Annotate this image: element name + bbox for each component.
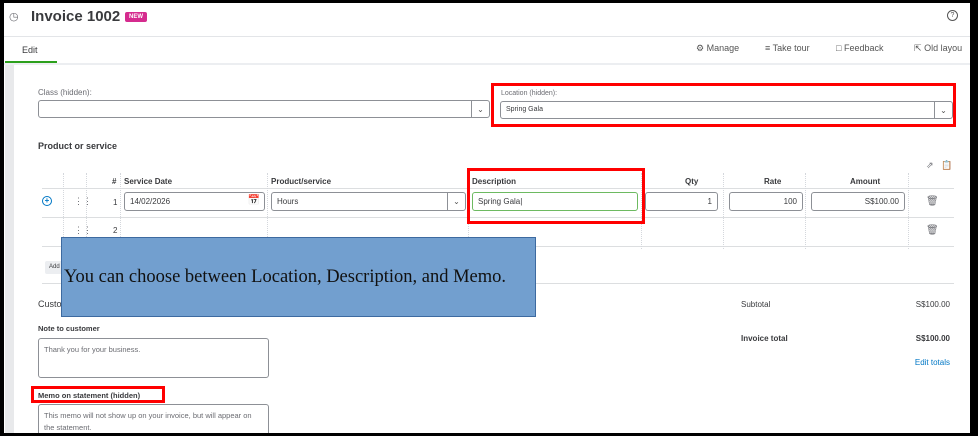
amount-input[interactable]: S$100.00 <box>811 192 905 211</box>
page-title: Invoice 1002 <box>31 8 121 25</box>
class-select[interactable]: ⌄ <box>38 100 490 118</box>
trash-icon[interactable]: 🗑 <box>926 225 939 236</box>
note-label: Note to customer <box>38 324 100 333</box>
class-label: Class (hidden): <box>38 88 92 97</box>
new-badge: NEW <box>125 12 147 22</box>
calendar-icon[interactable]: 📅 <box>248 195 260 206</box>
add-line-icon[interactable]: + <box>42 196 52 206</box>
location-label: Location (hidden): <box>501 90 558 97</box>
left-rail <box>5 65 14 433</box>
feedback-icon: □ <box>836 43 842 53</box>
memo-textarea[interactable]: This memo will not show up on your invoi… <box>38 404 269 433</box>
col-amount: Amount <box>850 177 881 186</box>
invoice-total-label: Invoice total <box>741 334 788 343</box>
col-num: # <box>112 177 117 186</box>
invoice-page: ◷ Invoice 1002 NEW ? Edit ⚙ Manage ≡ Tak… <box>4 3 970 433</box>
rate-input[interactable]: 100 <box>729 192 803 211</box>
product-select[interactable]: Hours ⌄ <box>271 192 466 211</box>
old-layout-icon: ⇱ <box>914 43 922 53</box>
gear-icon: ⚙ <box>696 43 705 53</box>
feedback-button[interactable]: □ Feedback <box>836 43 883 53</box>
chevron-down-icon: ⌄ <box>934 102 952 118</box>
old-layout-button[interactable]: ⇱ Old layou <box>914 43 962 54</box>
qty-input[interactable]: 1 <box>645 192 718 211</box>
description-highlight <box>467 168 645 224</box>
note-textarea[interactable]: Thank you for your business. <box>38 338 269 378</box>
chevron-down-icon: ⌄ <box>447 193 465 210</box>
location-select[interactable]: Spring Gala ⌄ <box>500 101 953 119</box>
chevron-down-icon: ⌄ <box>471 101 489 117</box>
customer-section-title: Custo <box>38 299 62 309</box>
col-product: Product/service <box>271 177 332 186</box>
history-icon[interactable]: ◷ <box>9 10 19 23</box>
subtotal-label: Subtotal <box>741 300 771 309</box>
take-tour-button[interactable]: ≡ Take tour <box>765 43 810 53</box>
tab-edit[interactable]: Edit <box>5 37 57 63</box>
col-qty: Qty <box>685 177 699 186</box>
export-icon[interactable]: ⇗ <box>926 160 934 171</box>
tour-icon: ≡ <box>765 43 771 53</box>
trash-icon[interactable]: 🗑 <box>926 196 939 207</box>
service-date-input[interactable]: 14/02/2026 📅 <box>124 192 265 211</box>
section-title-products: Product or service <box>38 141 118 151</box>
help-icon[interactable]: ? <box>947 10 958 21</box>
clipboard-icon[interactable]: 📋 <box>941 160 952 171</box>
col-rate: Rate <box>764 177 782 186</box>
manage-button[interactable]: ⚙ Manage <box>696 43 739 54</box>
drag-handle-icon[interactable]: ⋮⋮ <box>74 225 92 236</box>
annotation-callout: You can choose between Location, Descrip… <box>61 237 536 317</box>
col-service-date: Service Date <box>124 177 173 186</box>
memo-label: Memo on statement (hidden) <box>38 391 141 400</box>
subtotal-value: S$100.00 <box>915 300 950 309</box>
invoice-total-value: S$100.00 <box>915 334 950 343</box>
drag-handle-icon[interactable]: ⋮⋮ <box>74 196 92 207</box>
edit-totals-link[interactable]: Edit totals <box>915 358 950 367</box>
